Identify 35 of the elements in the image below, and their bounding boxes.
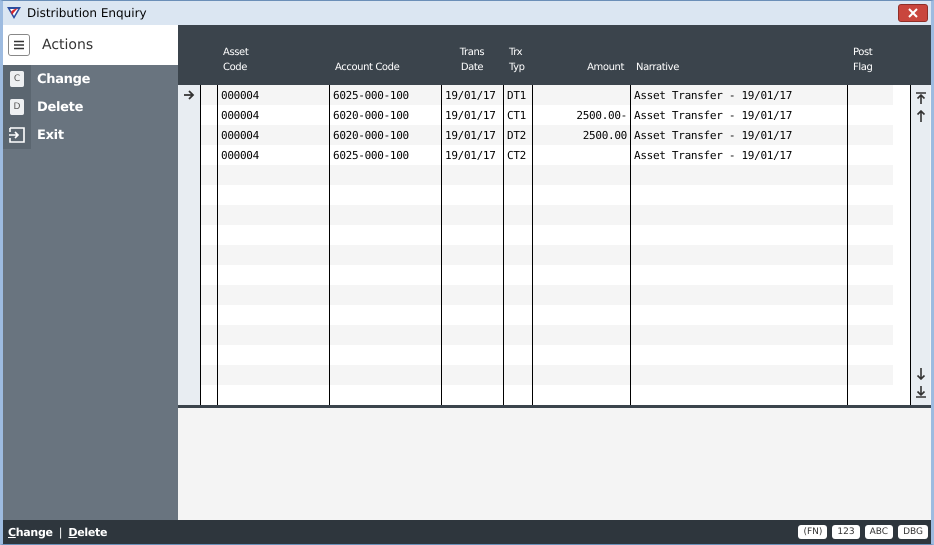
arrow-up-icon	[916, 110, 926, 122]
arrow-down-icon	[916, 368, 926, 380]
action-item[interactable]: Exit	[37, 128, 64, 142]
column-header[interactable]: Account Code	[329, 25, 441, 85]
shortcut-key: C	[10, 71, 24, 87]
column-header[interactable]: Trans Date	[441, 25, 503, 85]
exit-icon	[9, 127, 25, 143]
separator: |	[58, 526, 62, 538]
status-link[interactable]: Delete	[68, 526, 108, 538]
close-button[interactable]	[898, 4, 928, 22]
window-title: Distribution Enquiry	[27, 6, 148, 20]
column-header[interactable]: Narrative	[630, 25, 847, 85]
close-icon	[908, 8, 918, 18]
menu-icon	[13, 40, 25, 50]
table-row[interactable]: 000004 6020-000-100 19/01/17 CT1 2500.00- Asset Transfer - 19/01/17	[178, 105, 893, 125]
action-item[interactable]: Delete	[37, 100, 84, 114]
actions-title: Actions	[42, 37, 94, 53]
column-header[interactable]: Post Flag	[847, 25, 893, 85]
table-row[interactable]: 000004 6025-000-100 19/01/17 CT2 Asset Transfer - 19/01/17	[178, 145, 893, 165]
mode-badge[interactable]: ABC	[864, 525, 894, 539]
first-icon	[916, 92, 926, 104]
logo-icon	[6, 6, 22, 20]
row-indicator[interactable]	[178, 85, 200, 105]
column-header[interactable]: Trx Typ	[503, 25, 532, 85]
last-icon	[916, 386, 926, 398]
column-header[interactable]: Asset Code	[217, 25, 329, 85]
shortcut-key: D	[10, 99, 24, 115]
action-item[interactable]: Change	[37, 72, 90, 86]
status-link[interactable]: Change	[8, 526, 53, 538]
mode-badge[interactable]: (FN)	[798, 525, 828, 539]
arrow-right-icon	[184, 90, 194, 100]
mode-badge[interactable]: 123	[832, 525, 860, 539]
mode-badge[interactable]: DBG	[898, 525, 928, 539]
menu-button[interactable]	[8, 34, 30, 56]
column-header[interactable]: Amount	[532, 25, 630, 85]
